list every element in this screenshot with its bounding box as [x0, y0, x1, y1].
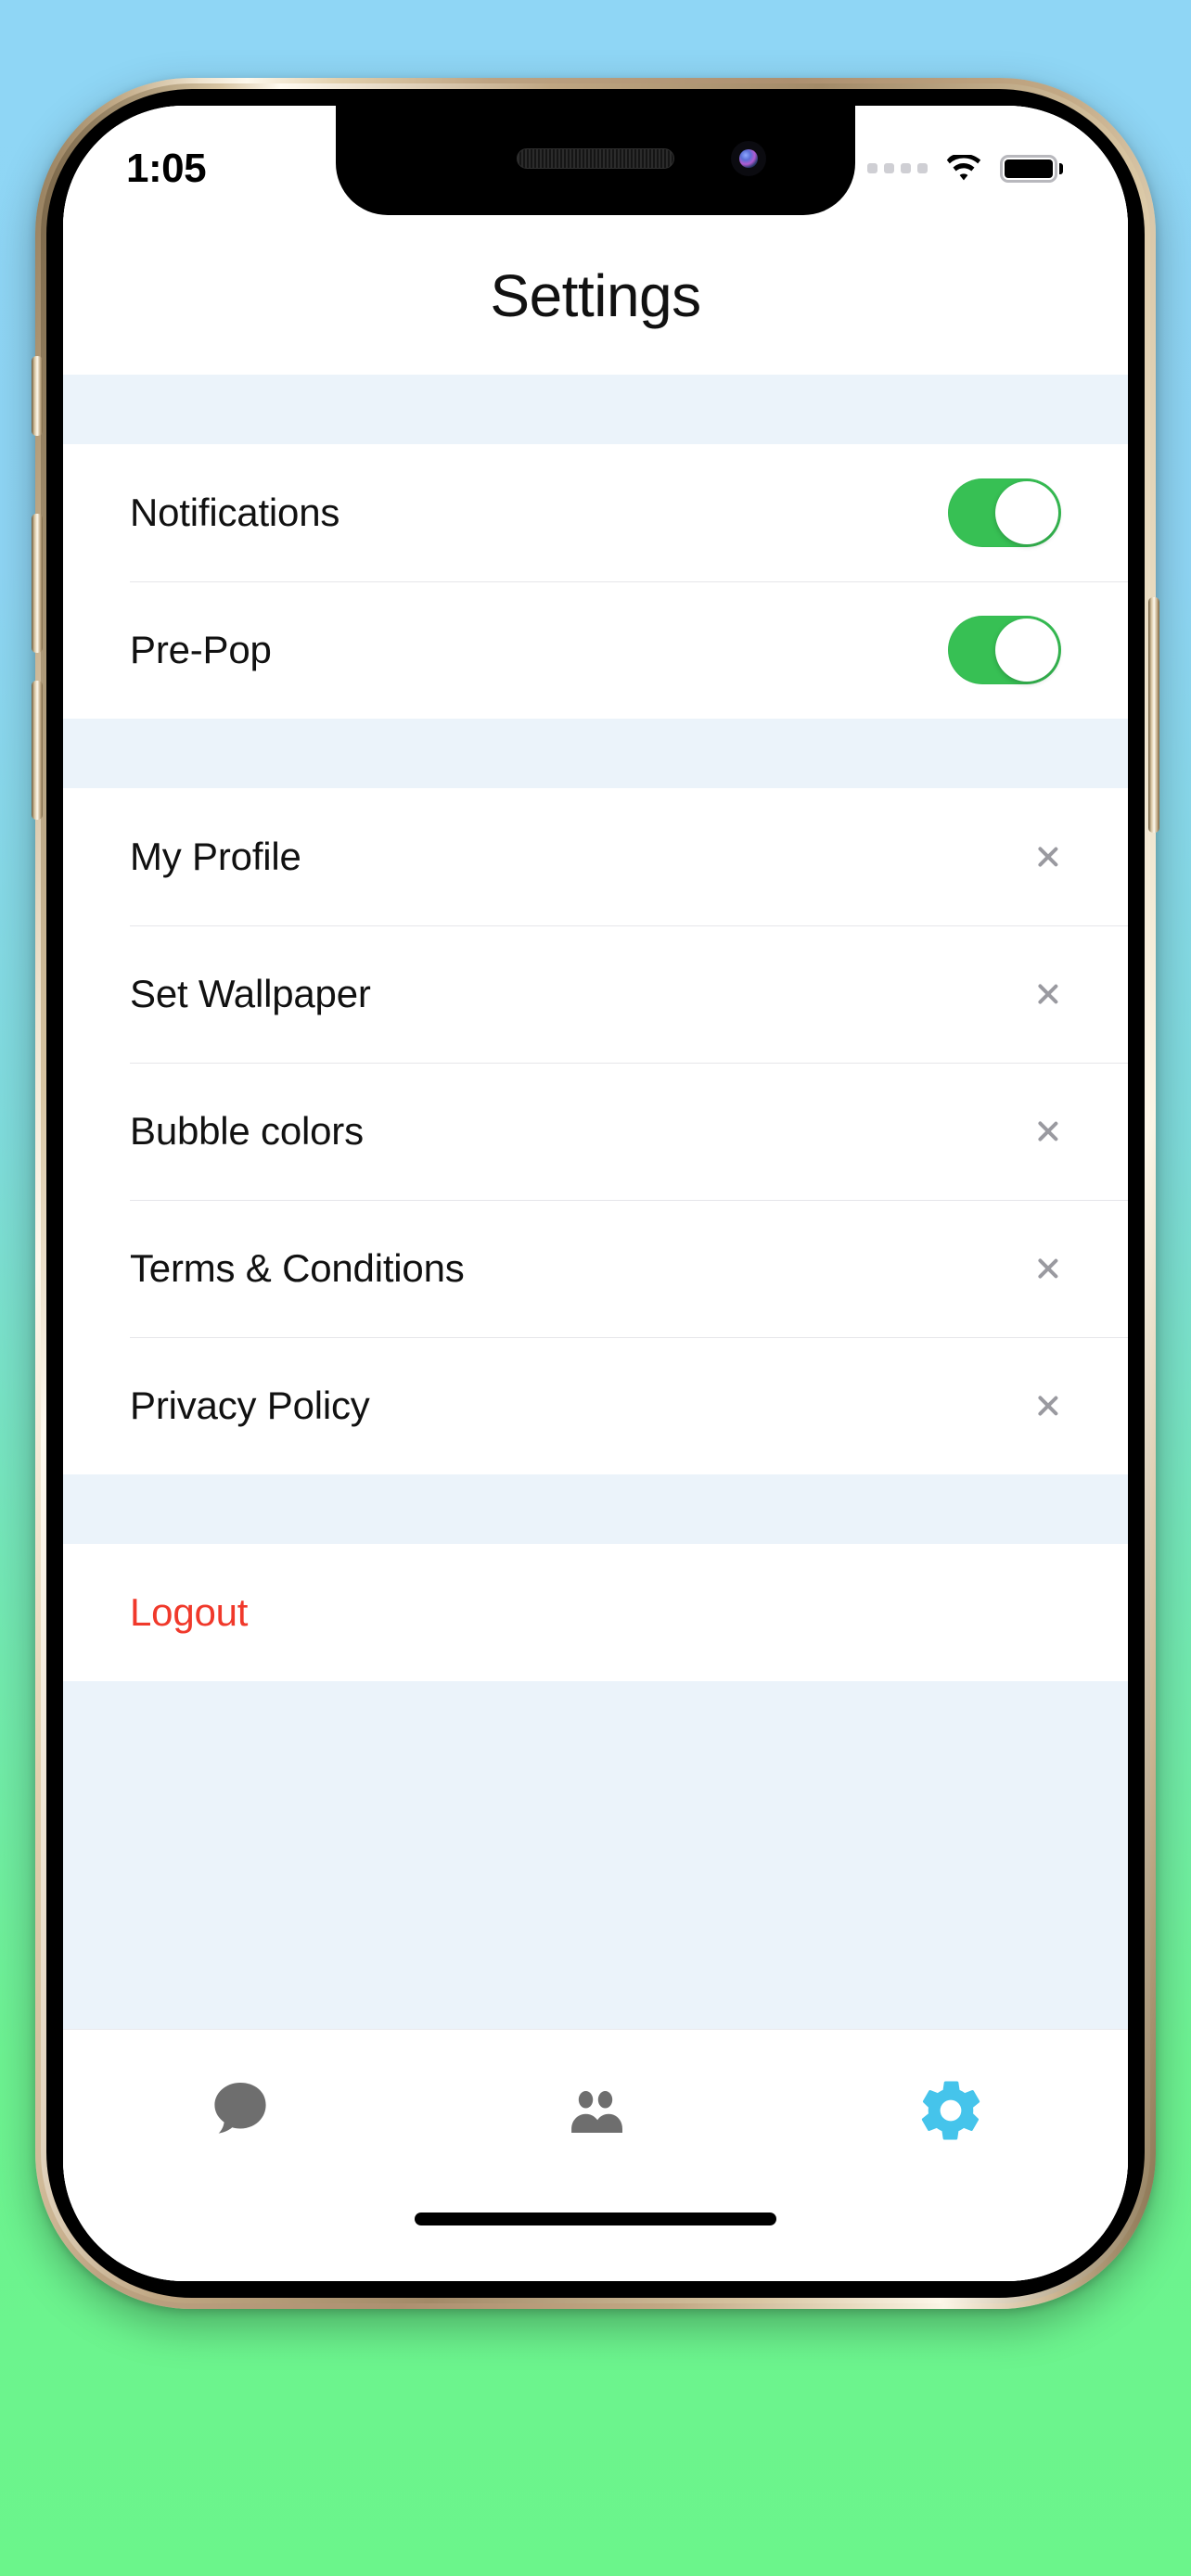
signal-dots-icon [867, 162, 928, 175]
row-my-profile[interactable]: My Profile [63, 788, 1128, 925]
phone-screen: Settings Notifications Pre-Pop My Profil… [63, 106, 1128, 2281]
home-indicator[interactable] [415, 2213, 776, 2225]
front-camera-icon [731, 141, 766, 176]
power-button[interactable] [1148, 597, 1159, 833]
wifi-icon [944, 153, 983, 183]
row-label: Bubble colors [130, 1109, 364, 1153]
battery-full-icon [1000, 155, 1063, 183]
chat-bubble-icon [207, 2077, 274, 2144]
notch [336, 106, 855, 215]
camera-lens [739, 149, 758, 168]
row-label: Set Wallpaper [130, 972, 371, 1015]
section-action: Logout [63, 1544, 1128, 1681]
status-indicators [867, 153, 1063, 183]
row-logout[interactable]: Logout [63, 1544, 1128, 1681]
section-links: My Profile Set Wallpaper Bubble colors T… [63, 788, 1128, 1474]
gear-icon [915, 2074, 987, 2147]
row-privacy-policy[interactable]: Privacy Policy [63, 1337, 1128, 1474]
chevron-right-icon [1037, 973, 1061, 1015]
row-set-wallpaper[interactable]: Set Wallpaper [63, 925, 1128, 1063]
tab-bar [63, 2029, 1128, 2203]
phone-device: Settings Notifications Pre-Pop My Profil… [32, 78, 1159, 2309]
volume-up-button[interactable] [32, 681, 43, 820]
mute-switch-button[interactable] [32, 356, 43, 436]
section-gap-middle [63, 719, 1128, 788]
row-label: Terms & Conditions [130, 1246, 465, 1290]
toggle-knob [995, 481, 1058, 544]
pre-pop-toggle[interactable] [948, 616, 1061, 684]
chevron-right-icon [1037, 1384, 1061, 1427]
earpiece-speaker [517, 148, 674, 169]
row-label: Privacy Policy [130, 1384, 370, 1427]
tab-chats[interactable] [63, 2077, 418, 2144]
row-label: Notifications [130, 491, 340, 534]
chevron-right-icon [1037, 835, 1061, 878]
section-gap-top [63, 375, 1128, 444]
row-terms-conditions[interactable]: Terms & Conditions [63, 1200, 1128, 1337]
settings-screen: Settings Notifications Pre-Pop My Profil… [63, 106, 1128, 2281]
row-notifications[interactable]: Notifications [63, 444, 1128, 581]
section-toggles: Notifications Pre-Pop [63, 444, 1128, 719]
tab-settings[interactable] [773, 2074, 1128, 2147]
home-indicator-area [63, 2203, 1128, 2281]
chevron-right-icon [1037, 1247, 1061, 1290]
settings-scroll-area[interactable]: Notifications Pre-Pop My Profile Set Wal… [63, 375, 1128, 2029]
toggle-knob [995, 618, 1058, 682]
row-pre-pop[interactable]: Pre-Pop [63, 581, 1128, 719]
people-icon [561, 2076, 630, 2145]
row-bubble-colors[interactable]: Bubble colors [63, 1063, 1128, 1200]
volume-down-button[interactable] [32, 514, 43, 653]
tab-contacts[interactable] [418, 2076, 774, 2145]
logout-label: Logout [130, 1590, 249, 1634]
page-title: Settings [490, 262, 701, 329]
section-gap-logout [63, 1474, 1128, 1544]
row-label: Pre-Pop [130, 628, 272, 671]
status-time: 1:05 [126, 146, 207, 191]
notifications-toggle[interactable] [948, 478, 1061, 547]
row-label: My Profile [130, 835, 301, 878]
chevron-right-icon [1037, 1110, 1061, 1153]
